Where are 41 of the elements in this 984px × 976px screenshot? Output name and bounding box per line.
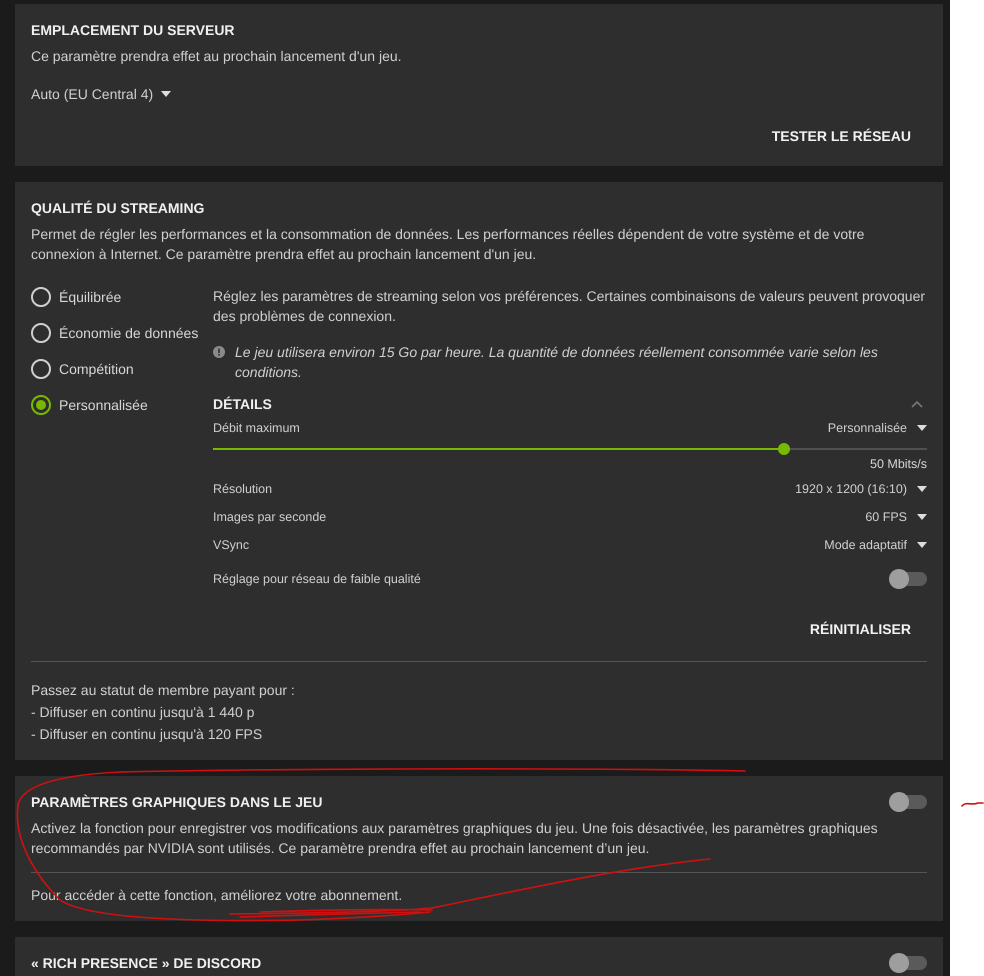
setting-label: Images par seconde — [213, 510, 326, 524]
caret-icon — [917, 542, 927, 548]
toggle-switch[interactable] — [891, 572, 927, 586]
preset-radio[interactable]: Compétition — [31, 358, 213, 380]
preset-radio[interactable]: Équilibrée — [31, 286, 213, 308]
setting-label: VSync — [213, 538, 250, 552]
description: Ce paramètre prendra effet au prochain lancement d'un jeu. — [31, 47, 403, 66]
details-title: DÉTAILS — [213, 396, 272, 412]
upgrade-item: - Diffuser en continu jusqu'à 120 FPS — [31, 725, 264, 744]
notice-text: Le jeu utilisera environ 15 Go par heure. La quantité de données réellement consommée varie selon les conditions. — [235, 343, 879, 382]
bitrate-reading: 50 Mbits/s — [870, 457, 927, 471]
section-title: PARAMÈTRES GRAPHIQUES DANS LE JEU — [31, 794, 322, 810]
preset-radio[interactable]: Personnalisée — [31, 394, 213, 416]
section-title: EMPLACEMENT DU SERVEUR — [31, 22, 236, 38]
caret-icon — [917, 486, 927, 492]
section-title: « RICH PRESENCE » DE DISCORD — [31, 955, 262, 971]
slider-thumb[interactable] — [778, 443, 790, 455]
bitrate-dropdown[interactable]: Personnalisée — [828, 421, 927, 435]
description: Activez la fonction pour enregistrer vos modifications aux paramètres graphiques du jeu. Une fois désactivée, les paramètres graphiques recommandés par NVIDIA sont utilisés. Ce paramètre prendra effet au prochain lancement d’un jeu. — [31, 819, 879, 858]
setting-label: Réglage pour réseau de faible qualité — [213, 572, 421, 586]
setting-dropdown[interactable]: 60 FPS — [865, 510, 927, 524]
setting-dropdown[interactable]: 1920 x 1200 (16:10) — [795, 482, 927, 496]
setting-label: Débit maximum — [213, 421, 300, 435]
chevron-icon[interactable] — [911, 400, 923, 408]
toggle-switch[interactable] — [891, 956, 927, 970]
intro-text: Réglez les paramètres de streaming selon vos préférences. Certaines combinaisons de valeurs peuvent provoquer des problèmes de connexion. — [213, 287, 926, 326]
preset-radio[interactable]: Économie de données — [31, 322, 213, 344]
section-title: QUALITÉ DU STREAMING — [31, 200, 206, 216]
setting-label: Résolution — [213, 482, 272, 496]
info-icon — [213, 346, 225, 358]
server-dropdown[interactable]: Auto (EU Central 4) — [31, 86, 172, 102]
description: Permet de régler les performances et la consommation de données. Les performances réelles dépendent de votre système et de votre connexion à Internet. Ce paramètre prendra effet au prochain lancement d'un jeu. — [31, 225, 866, 264]
reset-button[interactable]: RÉINITIALISER — [794, 611, 927, 647]
caret-icon — [917, 514, 927, 520]
setting-dropdown[interactable]: Mode adaptatif — [824, 538, 927, 552]
upgrade-text: Passez au statut de membre payant pour : — [31, 681, 296, 700]
caret-icon — [161, 91, 172, 97]
test-network-button[interactable]: TESTER LE RÉSEAU — [756, 118, 927, 154]
upgrade-item: - Diffuser en continu jusqu'à 1 440 p — [31, 703, 256, 722]
toggle-switch[interactable] — [891, 795, 927, 809]
caret-icon — [917, 425, 927, 431]
